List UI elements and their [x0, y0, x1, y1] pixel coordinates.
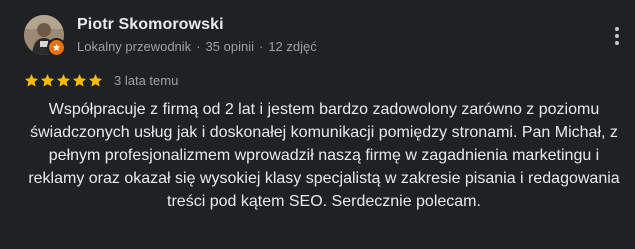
photos-count: 12 zdjęć: [268, 39, 317, 54]
star-icon: [56, 73, 71, 86]
meta-separator: ·: [258, 39, 264, 54]
reviewer-role: Lokalny przewodnik: [77, 39, 192, 54]
review-text: Współpracuje z firmą od 2 lat i jestem b…: [28, 101, 620, 210]
reviewer-name[interactable]: Piotr Skomorowski: [77, 16, 224, 34]
reviews-count: 35 opinii: [205, 39, 254, 54]
star-icon: [40, 73, 55, 86]
star-icon: [24, 73, 39, 86]
more-vert-icon[interactable]: [612, 27, 622, 51]
meta-separator: ·: [196, 39, 201, 54]
star-rating: [24, 73, 104, 88]
rating-row: 3 lata temu: [24, 71, 178, 89]
star-icon: [72, 73, 87, 86]
review-card: Piotr Skomorowski Lokalny przewodnik · 35 …: [0, 0, 635, 249]
review-time: 3 lata temu: [114, 72, 179, 88]
local-guide-badge-icon: [47, 38, 66, 57]
reviewer-meta: Lokalny przewodnik · 35 opinii · 12 zdjęć: [77, 39, 317, 54]
star-icon: [88, 73, 103, 86]
